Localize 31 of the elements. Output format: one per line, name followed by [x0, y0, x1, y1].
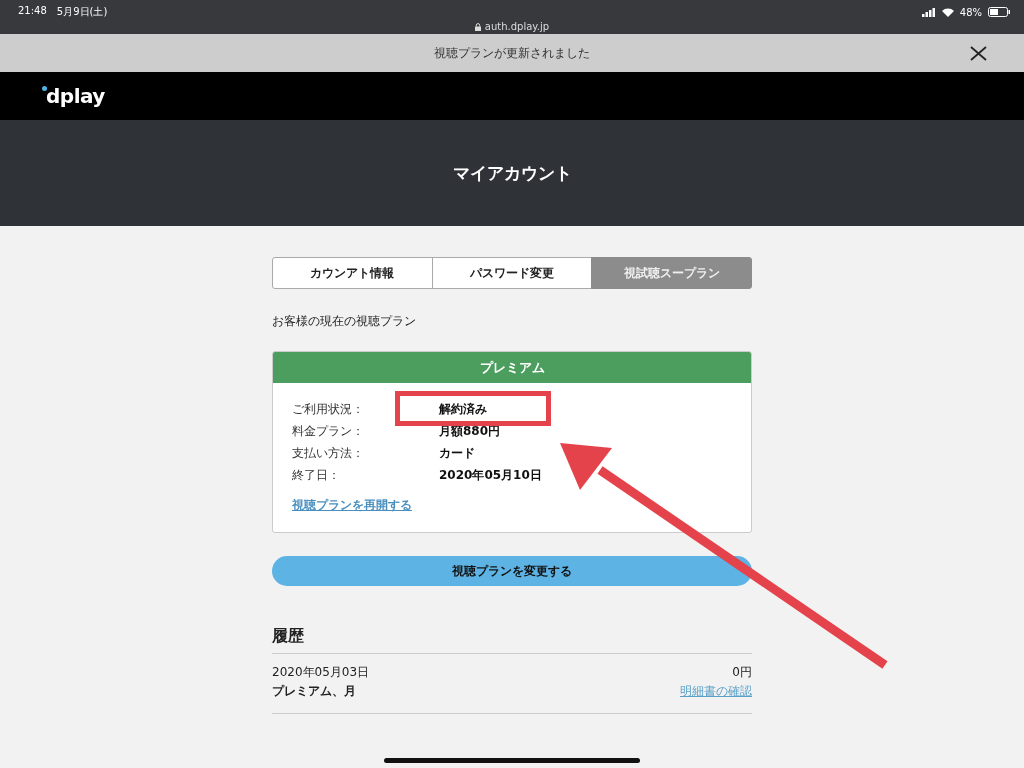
battery-percent: 48%	[959, 6, 982, 18]
field-value: カード	[439, 445, 475, 461]
signal-icon	[921, 7, 936, 17]
status-time: 21:48	[18, 5, 47, 18]
site-logo[interactable]: dplay	[42, 84, 105, 108]
tab[interactable]: パスワード変更	[431, 257, 593, 289]
banner-message: 視聴プランが更新されました	[434, 44, 590, 62]
resume-plan-link[interactable]: 視聴プランを再開する	[292, 497, 412, 514]
field-label: 料金プラン：	[292, 423, 365, 439]
close-button[interactable]	[968, 43, 988, 63]
wifi-icon	[941, 7, 954, 17]
battery-icon	[988, 7, 1010, 17]
field-label: 終了日：	[292, 467, 341, 483]
history-date: 2020年05月03日	[272, 664, 371, 681]
status-date: 5月9日(土)	[56, 5, 108, 19]
lock-icon	[474, 22, 481, 31]
close-icon	[969, 45, 987, 61]
tab[interactable]: カウンアト情報	[272, 257, 433, 289]
history-plan: プレミアム、月	[272, 683, 357, 700]
field-label: ご利用状況：	[292, 401, 365, 417]
change-plan-button[interactable]: 視聴プランを変更する	[272, 556, 752, 586]
intro-text: お客様の現在の視聴プラン	[272, 313, 417, 329]
history-amount: 0円	[732, 664, 752, 681]
history-title: 履歴	[272, 626, 752, 654]
field-label: 支払い方法：	[292, 445, 365, 461]
field-value: 月額880円	[439, 423, 501, 439]
plan-name: プレミアム	[479, 358, 545, 377]
field-value: 解約済み	[439, 401, 487, 417]
page-url: auth.dplay.jp	[484, 21, 550, 32]
field-value: 2020年05月10日	[439, 467, 542, 483]
page-title: マイアカウント	[452, 161, 572, 185]
